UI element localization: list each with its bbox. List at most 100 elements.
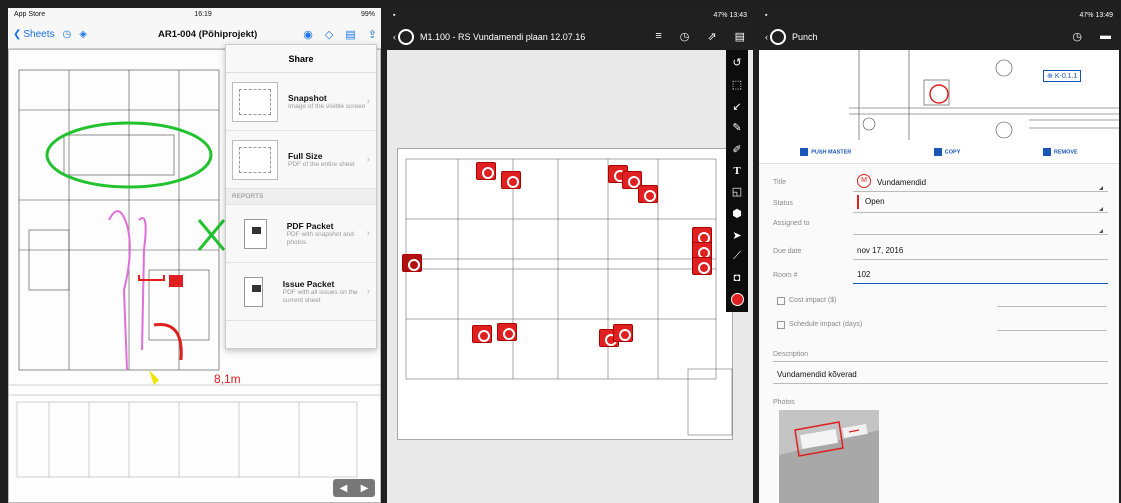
room-underline: [853, 283, 1108, 284]
share-icon[interactable]: ⇪: [368, 28, 377, 41]
back-icon[interactable]: ‹: [393, 32, 396, 42]
snapshot-thumbnail: [232, 81, 278, 122]
schedule-impact-label: Schedule impact (days): [789, 321, 863, 328]
reports-section-header: REPORTS: [226, 189, 376, 205]
title-badge: M: [857, 174, 871, 188]
cost-impact-input[interactable]: [997, 306, 1107, 307]
issue-pin[interactable]: [501, 171, 521, 189]
history-icon[interactable]: ◷: [1072, 30, 1082, 43]
issue-pin[interactable]: [692, 257, 712, 275]
document-icon[interactable]: ▤: [345, 28, 355, 41]
filter-icon[interactable]: ≡: [655, 30, 661, 43]
comment-icon[interactable]: ▬: [1100, 30, 1111, 43]
status-battery: 47%: [713, 12, 728, 19]
layers-icon[interactable]: ▤: [735, 30, 745, 43]
due-date-value[interactable]: nov 17, 2016: [857, 246, 903, 255]
text-icon[interactable]: T: [733, 165, 740, 177]
next-sheet-icon[interactable]: ▶: [361, 483, 369, 494]
share-popover: Share Snapshot Image of the visible scre…: [225, 44, 377, 349]
pdf-packet-subtitle: PDF with snapshot and photos: [286, 230, 354, 246]
copy-button[interactable]: COPY: [933, 147, 960, 156]
status-dropdown[interactable]: [853, 212, 1108, 213]
dropdown-arrow-icon: [1099, 229, 1103, 233]
status-battery: 47%: [1079, 12, 1094, 19]
shapes-icon[interactable]: ◱: [732, 185, 742, 198]
pdf-packet-title: PDF Packet: [286, 220, 334, 231]
due-date-underline: [853, 259, 1108, 260]
issue-photo[interactable]: [779, 410, 879, 503]
clock-icon[interactable]: ◷: [63, 29, 72, 40]
send-icon[interactable]: ➤: [732, 229, 741, 242]
status-label: Status: [773, 200, 793, 207]
title-dropdown[interactable]: [853, 191, 1108, 192]
issue-pin[interactable]: [472, 325, 492, 343]
share-issue-packet[interactable]: Issue Packet PDF with all issues on the …: [226, 263, 376, 321]
room-value[interactable]: 102: [857, 270, 870, 279]
issue-pin[interactable]: [613, 324, 633, 342]
app-bar: ‹ M1.100 - RS Vundamendi plaan 12.07.16 …: [387, 23, 753, 50]
dropdown-arrow-icon: [1099, 186, 1103, 190]
photos-label: Photos: [773, 399, 795, 406]
app-logo-icon[interactable]: [770, 28, 786, 45]
status-time: 16:19: [194, 11, 212, 18]
drawing-tag: ⊕ K-0.1.1: [1043, 70, 1082, 82]
push-master-label: PUSH MASTER: [811, 148, 852, 155]
snapshot-subtitle: Image of the visible screen: [288, 102, 366, 110]
title-label: Title: [773, 179, 786, 186]
back-icon[interactable]: ‹: [765, 32, 768, 42]
due-date-label: Due date: [773, 248, 802, 255]
color-picker[interactable]: [730, 292, 744, 306]
screen-title: Punch: [792, 31, 818, 42]
status-carrier: App Store: [14, 11, 46, 18]
layers-icon[interactable]: ◈: [79, 29, 87, 40]
issue-pin[interactable]: [638, 185, 658, 203]
lasso-icon[interactable]: ↺: [732, 56, 741, 69]
android-punch-screen: ▪ 47% 13:49 ‹ Punch ◷ ▬ ⊕ K-0.1.1 PUSH M…: [759, 8, 1119, 503]
notification-icon: ▪: [393, 12, 396, 19]
schedule-impact-checkbox[interactable]: [777, 321, 785, 329]
cost-impact-checkbox[interactable]: [777, 297, 785, 305]
back-button[interactable]: ❮ Sheets ◷ ◈: [13, 29, 87, 40]
share-full-size[interactable]: Full Size PDF of the entire sheet ›: [226, 131, 376, 189]
tag-icon[interactable]: ◇: [325, 28, 333, 41]
share-snapshot[interactable]: Snapshot Image of the visible screen ›: [226, 73, 376, 131]
description-value[interactable]: Vundamendid kõverad: [777, 370, 857, 379]
push-master-button[interactable]: PUSH MASTER: [800, 147, 852, 156]
room-label: Room #: [773, 272, 798, 279]
full-size-title: Full Size: [288, 150, 323, 161]
camera-icon[interactable]: ◘: [734, 272, 741, 284]
status-bar: ▪ 47% 13:49: [759, 8, 1119, 23]
plan-drawing[interactable]: [397, 148, 733, 440]
drawing-preview[interactable]: ⊕ K-0.1.1: [759, 50, 1119, 140]
description-divider: [773, 361, 1108, 362]
previous-sheet-icon[interactable]: ◀: [340, 483, 348, 494]
assigned-dropdown[interactable]: [853, 234, 1108, 235]
schedule-impact-input[interactable]: [997, 330, 1107, 331]
select-icon[interactable]: ⬚: [732, 78, 742, 91]
status-value: Open: [865, 197, 885, 206]
description-underline: [773, 383, 1108, 384]
issue-packet-title: Issue Packet: [282, 278, 335, 289]
measure-icon[interactable]: ⟋: [733, 250, 741, 263]
chevron-right-icon: ›: [366, 228, 370, 239]
stamp-icon[interactable]: ⬢: [732, 207, 742, 220]
drawing-tag-label: K-0.1.1: [1054, 73, 1078, 80]
history-icon[interactable]: ◷: [680, 30, 690, 43]
android-plan-screen: ▪ 47% 13:43 ‹ M1.100 - RS Vundamendi pla…: [387, 8, 753, 503]
arrow-icon[interactable]: ↙: [732, 100, 741, 113]
issue-packet-subtitle: PDF with all issues on the current sheet: [282, 288, 358, 304]
share-icon[interactable]: ⇗: [707, 30, 716, 43]
markup-dimension-label: 8,1m: [214, 372, 241, 386]
app-logo-icon[interactable]: [398, 28, 414, 45]
pen-icon[interactable]: ✎: [732, 121, 741, 134]
issue-pin[interactable]: [402, 254, 422, 272]
issue-pin[interactable]: [476, 162, 496, 180]
issue-pin[interactable]: [497, 323, 517, 341]
highlighter-icon[interactable]: ✐: [732, 143, 741, 156]
copy-icon: [933, 147, 942, 156]
eye-icon[interactable]: ◉: [303, 28, 313, 41]
status-battery: 99%: [360, 11, 375, 18]
share-pdf-packet[interactable]: PDF Packet PDF with snapshot and photos …: [226, 205, 376, 263]
crown-icon: [800, 147, 809, 156]
remove-button[interactable]: REMOVE: [1042, 147, 1078, 156]
